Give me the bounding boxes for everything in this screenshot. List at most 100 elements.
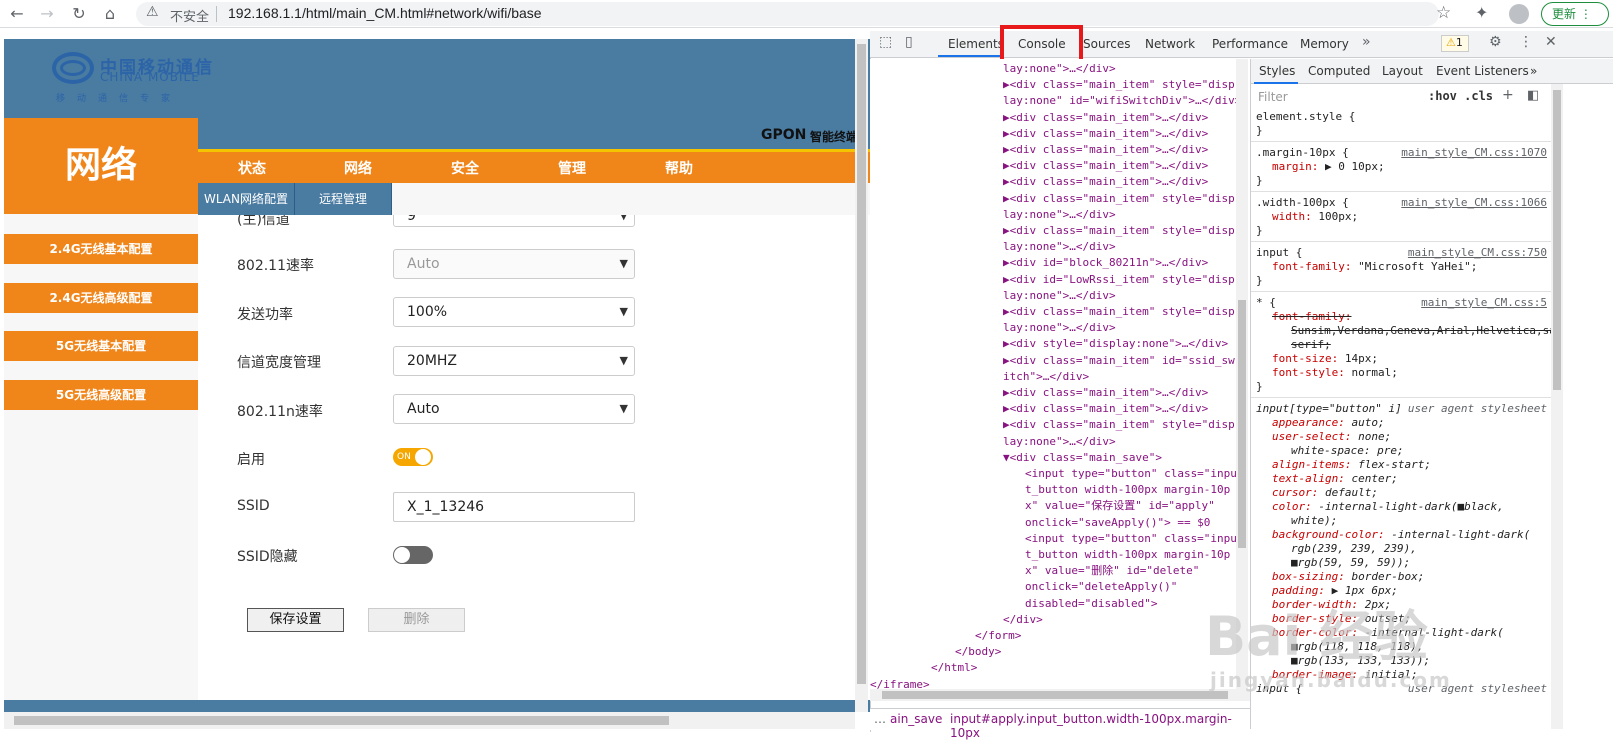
- hov-cls-toggles[interactable]: :hov .cls: [1428, 89, 1493, 103]
- dom-node-line[interactable]: lay:none">…</div>: [1003, 61, 1116, 77]
- more-subtabs-icon[interactable]: »: [1530, 64, 1537, 78]
- style-rule-source[interactable]: main_style_CM.css:5: [1421, 296, 1547, 310]
- inspect-element-icon[interactable]: ⬚: [879, 34, 892, 50]
- dom-node-line[interactable]: onclick="saveApply()"> == $0: [1025, 515, 1210, 531]
- dom-node-line[interactable]: ▶<div style="display:none">…</div>: [1003, 336, 1228, 352]
- tab-memory[interactable]: Memory: [1300, 37, 1349, 51]
- update-button[interactable]: 更新 ⋮: [1541, 2, 1609, 26]
- dom-node-line[interactable]: ▶<div class="main_item" style="disp: [1003, 77, 1235, 93]
- tab-computed[interactable]: Computed: [1308, 64, 1370, 78]
- dom-node-line[interactable]: t_button width-100px margin-10p: [1025, 482, 1230, 498]
- tab-wlan-config-front[interactable]: WLAN网络配置: [198, 183, 295, 215]
- dom-node-line[interactable]: ▶<div class="main_item">…</div>: [1003, 401, 1208, 417]
- style-declaration[interactable]: width: 100px;: [1272, 210, 1358, 224]
- rate-select[interactable]: Auto ▼: [393, 249, 635, 279]
- home-icon[interactable]: ⌂: [99, 3, 121, 25]
- style-rule-selector[interactable]: .margin-10px {: [1256, 146, 1349, 160]
- tab-network[interactable]: Network: [1145, 37, 1195, 51]
- tab-elements[interactable]: Elements: [948, 37, 1004, 51]
- dom-node-line[interactable]: ▶<div class="main_item" style="disp: [1003, 191, 1235, 207]
- dom-node-line[interactable]: lay:none">…</div>: [1003, 288, 1116, 304]
- new-rule-icon[interactable]: +: [1502, 87, 1514, 103]
- dom-node-line[interactable]: </iframe>: [870, 677, 930, 689]
- tab-styles[interactable]: Styles: [1259, 64, 1295, 78]
- extensions-icon[interactable]: ✦: [1475, 3, 1488, 22]
- menu-network[interactable]: 网络: [344, 158, 372, 178]
- style-declaration[interactable]: user-select: none;: [1272, 430, 1391, 444]
- menu-help[interactable]: 帮助: [665, 158, 693, 178]
- url-text[interactable]: 192.168.1.1/html/main_CM.html#network/wi…: [228, 5, 542, 21]
- style-declaration[interactable]: font-size: 14px;: [1272, 352, 1378, 366]
- sidebar-item-5g-basic[interactable]: 5G无线基本配置: [4, 331, 198, 361]
- style-declaration[interactable]: white-space: pre;: [1291, 444, 1404, 458]
- dom-node-line[interactable]: ▶<div class="main_item">…</div>: [1003, 158, 1208, 174]
- dom-node-line[interactable]: lay:none">…</div>: [1003, 434, 1116, 450]
- dom-node-line[interactable]: ▶<div class="main_item" style="disp: [1003, 304, 1235, 320]
- sidebar-item-24g-advanced[interactable]: 2.4G无线高级配置: [4, 283, 198, 313]
- breadcrumb-item[interactable]: ain_save: [890, 712, 942, 726]
- bandwidth-select[interactable]: 20MHZ ▼: [393, 346, 635, 376]
- dom-node-line[interactable]: x" value="保存设置" id="apply": [1025, 498, 1215, 514]
- style-rule-source[interactable]: main_style_CM.css:1070: [1401, 146, 1547, 160]
- breadcrumb-item-selected[interactable]: input#apply.input_button.width-100px.mar…: [950, 712, 1250, 740]
- tab-remote-management-front[interactable]: 远程管理: [295, 183, 392, 215]
- bookmark-star-icon[interactable]: ☆: [1436, 3, 1451, 23]
- toggle-sidebar-icon[interactable]: ◧: [1527, 88, 1539, 103]
- style-declaration[interactable]: serif;: [1291, 338, 1331, 352]
- style-declaration[interactable]: color: -internal-light-dark(■black,: [1272, 500, 1504, 514]
- tab-performance[interactable]: Performance: [1212, 37, 1288, 51]
- close-icon[interactable]: ✕: [1545, 34, 1557, 50]
- dom-node-line[interactable]: ▶<div id="block_80211n">…</div>: [1003, 255, 1208, 271]
- tab-sources[interactable]: Sources: [1083, 37, 1130, 51]
- style-declaration[interactable]: cursor: default;: [1272, 486, 1378, 500]
- breadcrumb-ellipsis[interactable]: …: [874, 712, 886, 726]
- forward-icon[interactable]: →: [36, 3, 58, 25]
- reload-icon[interactable]: ↻: [68, 3, 90, 25]
- menu-status[interactable]: 状态: [238, 158, 266, 178]
- dom-tree-horizontal-scroll-thumb[interactable]: [882, 691, 1228, 699]
- style-rule-selector[interactable]: .width-100px {: [1256, 196, 1349, 210]
- dom-node-line[interactable]: ▶<div class="main_item">…</div>: [1003, 385, 1208, 401]
- kebab-menu-icon[interactable]: ⋮: [1519, 34, 1533, 50]
- dom-node-line[interactable]: ▶<div class="main_item">…</div>: [1003, 174, 1208, 190]
- style-declaration[interactable]: ■rgb(59, 59, 59));: [1291, 556, 1410, 570]
- dom-node-line[interactable]: lay:none">…</div>: [1003, 320, 1116, 336]
- elements-dom-tree[interactable]: lay:none">…</div> ▶<div class="main_item"…: [870, 59, 1250, 689]
- ssid-input[interactable]: X_1_13246: [393, 492, 635, 522]
- sidebar-item-5g-advanced[interactable]: 5G无线高级配置: [4, 380, 198, 410]
- dom-node-line[interactable]: lay:none">…</div>: [1003, 207, 1116, 223]
- warnings-badge[interactable]: ⚠1: [1441, 35, 1469, 52]
- page-horizontal-scroll-thumb[interactable]: [14, 716, 669, 725]
- style-declaration[interactable]: text-align: center;: [1272, 472, 1398, 486]
- style-rule-selector[interactable]: input[type="button" i]: [1256, 402, 1402, 416]
- dom-node-line[interactable]: <input type="button" class="inpu: [1025, 466, 1237, 482]
- dom-node-line[interactable]: disabled="disabled">: [1025, 596, 1157, 612]
- style-declaration[interactable]: font-family:: [1272, 310, 1351, 324]
- more-tabs-icon[interactable]: »: [1362, 34, 1371, 50]
- dom-node-line[interactable]: ▶<div class="main_item">…</div>: [1003, 142, 1208, 158]
- style-declaration[interactable]: margin: ▶ 0 10px;: [1272, 160, 1385, 174]
- dom-tree-scroll-thumb[interactable]: [1238, 300, 1246, 548]
- style-declaration[interactable]: rgb(239, 239, 239),: [1291, 542, 1417, 556]
- dom-node-line[interactable]: lay:none" id="wifiSwitchDiv">…</div>: [1003, 93, 1241, 109]
- dom-node-line[interactable]: onclick="deleteApply()": [1025, 579, 1177, 595]
- style-declaration[interactable]: box-sizing: border-box;: [1272, 570, 1424, 584]
- dom-node-line[interactable]: t_button width-100px margin-10p: [1025, 547, 1230, 563]
- style-declaration[interactable]: white);: [1291, 514, 1337, 528]
- device-toolbar-icon[interactable]: ▯: [905, 34, 913, 50]
- dom-node-line[interactable]: x" value="删除" id="delete": [1025, 563, 1199, 579]
- style-declaration[interactable]: background-color: -internal-light-dark(: [1272, 528, 1530, 542]
- dom-node-line[interactable]: ▶<div id="LowRssi_item" style="disp: [1003, 272, 1235, 288]
- settings-gear-icon[interactable]: ⚙: [1489, 34, 1502, 50]
- save-button[interactable]: 保存设置: [247, 608, 344, 632]
- dom-node-line[interactable]: ▼<div class="main_save">: [1003, 450, 1162, 466]
- dom-node-line[interactable]: ▶<div class="main_item">…</div>: [1003, 110, 1208, 126]
- dom-node-line[interactable]: lay:none">…</div>: [1003, 239, 1116, 255]
- warning-icon[interactable]: ⚠: [146, 4, 159, 20]
- tab-layout[interactable]: Layout: [1382, 64, 1423, 78]
- tab-event-listeners[interactable]: Event Listeners: [1436, 64, 1529, 78]
- styles-filter-input[interactable]: Filter: [1255, 88, 1417, 106]
- style-declaration[interactable]: font-style: normal;: [1272, 366, 1398, 380]
- dom-node-line[interactable]: ▶<div class="main_item">…</div>: [1003, 126, 1208, 142]
- style-declaration[interactable]: appearance: auto;: [1272, 416, 1385, 430]
